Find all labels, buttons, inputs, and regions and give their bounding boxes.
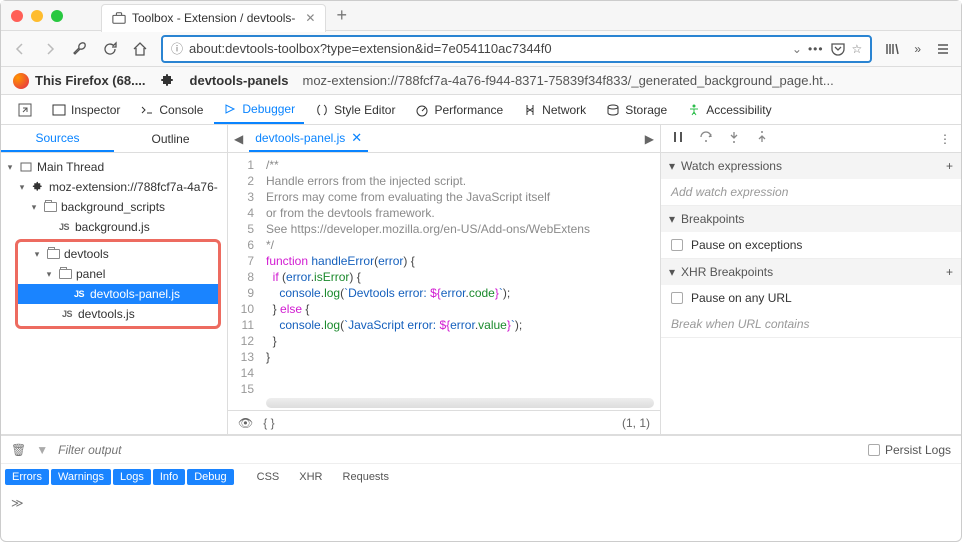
- checkbox[interactable]: [671, 239, 683, 251]
- extension-url: moz-extension://788fcf7a-4a76-f944-8371-…: [303, 73, 950, 88]
- sources-tab[interactable]: Sources: [1, 125, 114, 152]
- tree-devtools-folder[interactable]: ▾devtools: [18, 244, 218, 264]
- file-tab-devtools-panel[interactable]: devtools-panel.js✕: [249, 125, 368, 152]
- code-content[interactable]: /** Handle errors from the injected scri…: [260, 153, 660, 398]
- close-file-icon[interactable]: ✕: [351, 130, 362, 146]
- firefox-label: This Firefox (68....: [35, 73, 146, 88]
- minimize-window-button[interactable]: [31, 10, 43, 22]
- toolbox-icon: [112, 11, 126, 25]
- source-tree: ▾Main Thread ▾moz-extension://788fcf7a-4…: [1, 153, 227, 434]
- filter-css[interactable]: CSS: [248, 469, 289, 485]
- star-icon[interactable]: ☆: [852, 42, 863, 56]
- code-editor[interactable]: 123456789101112131415161718 /** Handle e…: [228, 153, 660, 398]
- tab-network[interactable]: Network: [514, 95, 595, 124]
- tree-main-thread[interactable]: ▾Main Thread: [1, 157, 227, 177]
- forward-button[interactable]: [41, 40, 59, 58]
- close-window-button[interactable]: [11, 10, 23, 22]
- trash-icon[interactable]: 🗑: [11, 443, 26, 457]
- pause-on-exceptions[interactable]: Pause on exceptions: [661, 232, 961, 258]
- home-button[interactable]: [131, 40, 149, 58]
- filter-requests[interactable]: Requests: [334, 469, 398, 485]
- filter-errors[interactable]: Errors: [5, 469, 49, 485]
- tab-inspector[interactable]: Inspector: [43, 95, 129, 124]
- debugger-menu-icon[interactable]: ⋮: [939, 132, 951, 146]
- horizontal-scrollbar[interactable]: [266, 398, 654, 408]
- more-icon[interactable]: •••: [808, 42, 824, 56]
- window-titlebar: Toolbox - Extension / devtools- ✕ +: [1, 1, 961, 31]
- reload-button[interactable]: [101, 40, 119, 58]
- extension-name: devtools-panels: [190, 73, 289, 88]
- filter-xhr[interactable]: XHR: [290, 469, 331, 485]
- pocket-icon[interactable]: [830, 41, 846, 57]
- debugger-controls: ⋮: [661, 125, 961, 153]
- devtools-tabs: Inspector Console Debugger Style Editor …: [1, 95, 961, 125]
- watch-expression-placeholder[interactable]: Add watch expression: [661, 179, 961, 205]
- console-input[interactable]: ≫: [1, 490, 961, 516]
- step-out-button[interactable]: [755, 130, 769, 147]
- browser-tab[interactable]: Toolbox - Extension / devtools- ✕: [101, 4, 326, 32]
- tree-background-scripts[interactable]: ▾background_scripts: [1, 197, 227, 217]
- url-input[interactable]: [189, 41, 786, 56]
- tab-debugger[interactable]: Debugger: [214, 95, 304, 124]
- step-over-button[interactable]: [699, 130, 713, 147]
- tree-devtools-panel-js[interactable]: JSdevtools-panel.js: [18, 284, 218, 304]
- console-panel: 🗑 ▼ Persist Logs Errors Warnings Logs In…: [1, 435, 961, 519]
- firefox-target[interactable]: This Firefox (68....: [13, 73, 146, 89]
- checkbox[interactable]: [671, 292, 683, 304]
- tree-moz-extension[interactable]: ▾moz-extension://788fcf7a-4a76-: [1, 177, 227, 197]
- maximize-window-button[interactable]: [51, 10, 63, 22]
- pause-on-any-url[interactable]: Pause on any URL: [661, 285, 961, 311]
- debugger-sidebar: ⋮ ▾Watch expressions+ Add watch expressi…: [661, 125, 961, 434]
- prev-file-icon[interactable]: ◀: [234, 132, 243, 146]
- sources-panel: Sources Outline ▾Main Thread ▾moz-extens…: [1, 125, 228, 434]
- firefox-icon: [13, 73, 29, 89]
- xhr-breakpoints-head[interactable]: ▾XHR Breakpoints+: [661, 259, 961, 285]
- eye-icon[interactable]: 👁: [238, 416, 253, 430]
- chevron-down-icon[interactable]: ⌄: [792, 42, 802, 56]
- editor-panel: ◀ devtools-panel.js✕ ▶ 12345678910111213…: [228, 125, 661, 434]
- info-icon[interactable]: ⓘ: [171, 40, 183, 57]
- back-button[interactable]: [11, 40, 29, 58]
- highlighted-region: ▾devtools ▾panel JSdevtools-panel.js JSd…: [15, 239, 221, 329]
- filter-icon[interactable]: ▼: [36, 443, 48, 457]
- tree-devtools-js[interactable]: JSdevtools.js: [18, 304, 218, 324]
- library-icon[interactable]: [884, 41, 900, 57]
- breakpoints-head[interactable]: ▾Breakpoints: [661, 206, 961, 232]
- outline-tab[interactable]: Outline: [114, 125, 227, 152]
- editor-status-bar: 👁 { } (1, 1): [228, 410, 660, 434]
- devtools-wrench-icon[interactable]: [71, 40, 89, 58]
- cursor-position: (1, 1): [622, 416, 650, 430]
- tree-background-js[interactable]: JSbackground.js: [1, 217, 227, 237]
- tab-console[interactable]: Console: [131, 95, 212, 124]
- navigation-toolbar: ⓘ ⌄ ••• ☆ »: [1, 31, 961, 67]
- persist-logs-toggle[interactable]: Persist Logs: [868, 443, 951, 457]
- extension-header: This Firefox (68.... devtools-panels moz…: [1, 67, 961, 95]
- tab-storage[interactable]: Storage: [597, 95, 676, 124]
- url-bar[interactable]: ⓘ ⌄ ••• ☆: [161, 35, 872, 63]
- xhr-url-placeholder[interactable]: Break when URL contains: [661, 311, 961, 337]
- console-filter-input[interactable]: [58, 443, 858, 457]
- close-tab-icon[interactable]: ✕: [305, 11, 315, 25]
- extension-icon: [160, 73, 176, 89]
- pause-button[interactable]: [671, 130, 685, 147]
- next-file-icon[interactable]: ▶: [645, 132, 654, 146]
- filter-info[interactable]: Info: [153, 469, 185, 485]
- filter-logs[interactable]: Logs: [113, 469, 151, 485]
- filter-debug[interactable]: Debug: [187, 469, 233, 485]
- new-tab-button[interactable]: +: [336, 5, 347, 26]
- new-window-icon[interactable]: [9, 95, 41, 124]
- overflow-icon[interactable]: »: [914, 42, 921, 56]
- line-gutter: 123456789101112131415161718: [228, 153, 260, 398]
- tree-panel-folder[interactable]: ▾panel: [18, 264, 218, 284]
- tab-performance[interactable]: Performance: [406, 95, 512, 124]
- tab-accessibility[interactable]: Accessibility: [678, 95, 780, 124]
- tab-title: Toolbox - Extension / devtools-: [132, 11, 295, 25]
- braces-icon[interactable]: { }: [263, 416, 274, 430]
- watch-expressions-head[interactable]: ▾Watch expressions+: [661, 153, 961, 179]
- menu-icon[interactable]: [935, 41, 951, 57]
- tab-style-editor[interactable]: Style Editor: [306, 95, 404, 124]
- filter-warnings[interactable]: Warnings: [51, 469, 111, 485]
- step-in-button[interactable]: [727, 130, 741, 147]
